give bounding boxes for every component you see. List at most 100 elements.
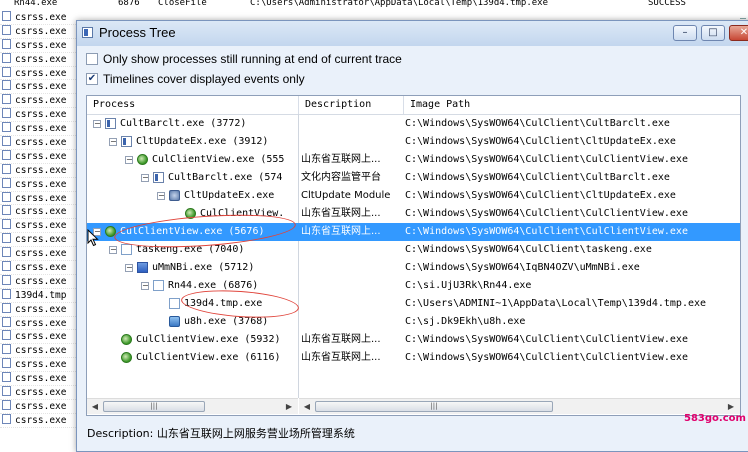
background-list-item[interactable]: csrss.exe — [0, 66, 80, 81]
background-list-item[interactable]: csrss.exe — [0, 122, 80, 137]
scroll-left-arrow-icon[interactable]: ◀ — [89, 401, 101, 412]
collapse-toggle-icon[interactable]: − — [157, 192, 165, 200]
table-row[interactable]: − CltUpdateEx.exe (3912) C:\Windows\SysWOW… — [87, 133, 740, 151]
close-button[interactable]: ✕ — [729, 25, 748, 41]
background-list-item[interactable]: csrss.exe — [0, 11, 80, 25]
bg-top-path: C:\Users\Administrator\AppData\Local\Tem… — [250, 0, 549, 8]
column-header-process[interactable]: Process — [87, 96, 298, 114]
column-header-image-path[interactable]: Image Path — [404, 96, 740, 114]
background-list-item[interactable]: csrss.exe — [0, 38, 80, 53]
table-row[interactable]: − CltUpdateEx.exe CltUpdate Module C:\Windo… — [87, 187, 740, 205]
scrollbar-thumb[interactable]: ||| — [103, 401, 205, 412]
background-list-item[interactable]: csrss.exe — [0, 177, 80, 192]
running-only-checkbox[interactable] — [86, 53, 98, 65]
column-header-description[interactable]: Description — [299, 96, 403, 114]
process-mini-icon — [2, 344, 11, 355]
process-tree-list[interactable]: Process Description Image Path − CultBarc… — [86, 95, 741, 416]
process-mini-icon — [2, 136, 11, 147]
option-running-only[interactable]: Only show processes still running at end… — [86, 52, 402, 66]
process-name: CultBarclt.exe (574 — [168, 172, 283, 183]
background-list-item[interactable]: csrss.exe — [0, 344, 80, 359]
process-column-scrollbar[interactable]: ◀ ||| ▶ — [87, 398, 298, 414]
running-only-label: Only show processes still running at end… — [103, 52, 402, 66]
table-row[interactable]: u8h.exe (3768) C:\sj.Dk9Ekh\u8h.exe — [87, 313, 740, 331]
background-list-item[interactable]: csrss.exe — [0, 80, 80, 95]
background-list-item[interactable]: csrss.exe — [0, 205, 80, 220]
background-process-name: csrss.exe — [15, 81, 67, 93]
description-cell — [301, 295, 401, 313]
background-list-item[interactable]: csrss.exe — [0, 108, 80, 123]
collapse-toggle-icon[interactable]: − — [109, 246, 117, 254]
background-list-item[interactable]: csrss.exe — [0, 413, 80, 428]
blank-window-icon — [169, 298, 180, 309]
title-bar[interactable]: Process Tree – □ ✕ — [77, 21, 748, 46]
table-row[interactable]: CulClientView.exe (6116) 山东省互联网上... C:\Win… — [87, 349, 740, 367]
background-list-item[interactable]: csrss.exe — [0, 372, 80, 387]
table-row[interactable]: − Rn44.exe (6876) C:\si.UjU3Rk\Rn44.exe — [87, 277, 740, 295]
background-list-item[interactable]: csrss.exe — [0, 261, 80, 275]
table-row[interactable]: − CultBarclt.exe (3772) C:\Windows\SysWOW6… — [87, 115, 740, 133]
background-edge-mark — [740, 18, 746, 19]
background-list-item[interactable]: csrss.exe — [0, 316, 80, 331]
maximize-button[interactable]: □ — [701, 25, 725, 41]
process-cell: − CulClientView.exe (555 — [87, 151, 298, 169]
scroll-right-arrow-icon[interactable]: ▶ — [725, 401, 737, 412]
details-scrollbar[interactable]: ◀ ||| ▶ — [299, 398, 740, 414]
gear-icon — [169, 190, 180, 201]
background-list-item[interactable]: csrss.exe — [0, 149, 80, 164]
process-mini-icon — [2, 302, 11, 313]
background-list-item[interactable]: csrss.exe — [0, 274, 80, 289]
process-mini-icon — [2, 108, 11, 119]
collapse-toggle-icon[interactable]: − — [125, 156, 133, 164]
background-process-name: csrss.exe — [15, 359, 67, 371]
description-cell: 山东省互联网上... — [301, 226, 381, 237]
scroll-right-arrow-icon[interactable]: ▶ — [283, 401, 295, 412]
background-list-item[interactable]: csrss.exe — [0, 163, 80, 178]
background-list-item[interactable]: csrss.exe — [0, 302, 80, 317]
background-process-name: csrss.exe — [15, 262, 67, 274]
description-cell: 山东省互联网上... — [301, 352, 381, 363]
mouse-cursor-icon — [87, 229, 99, 247]
background-top-row: Rn44.exe 6876 CloseFile C:\Users\Adminis… — [0, 0, 748, 10]
background-list-item[interactable]: csrss.exe — [0, 330, 80, 345]
image-path-cell: C:\Windows\SysWOW64\CulClient\CltUpdateE… — [405, 136, 676, 147]
scrollbar-thumb[interactable]: ||| — [315, 401, 553, 412]
scroll-left-arrow-icon[interactable]: ◀ — [301, 401, 313, 412]
image-path-cell: C:\si.UjU3Rk\Rn44.exe — [405, 280, 532, 291]
background-list-item[interactable]: 139d4.tmp — [0, 288, 80, 303]
background-list-item[interactable]: csrss.exe — [0, 52, 80, 67]
timelines-checkbox[interactable]: ✔ — [86, 73, 98, 85]
background-list-item[interactable]: csrss.exe — [0, 219, 80, 234]
process-cell: − CultBarclt.exe (574 — [87, 169, 298, 187]
background-list-item[interactable]: csrss.exe — [0, 233, 80, 248]
background-list-item[interactable]: csrss.exe — [0, 399, 80, 414]
background-list-item[interactable]: csrss.exe — [0, 191, 80, 206]
dialog-title: Process Tree — [99, 25, 176, 40]
option-timelines[interactable]: ✔ Timelines cover displayed events only — [86, 72, 305, 86]
collapse-toggle-icon[interactable]: − — [109, 138, 117, 146]
background-list-item[interactable]: csrss.exe — [0, 94, 80, 109]
background-process-name: csrss.exe — [15, 248, 67, 260]
table-row[interactable]: − CultBarclt.exe (574 文化内容监管平台 C:\Windows\S… — [87, 169, 740, 187]
background-list-item[interactable]: csrss.exe — [0, 247, 80, 262]
collapse-toggle-icon[interactable]: − — [125, 264, 133, 272]
collapse-toggle-icon[interactable]: − — [93, 120, 101, 128]
background-list-item[interactable]: csrss.exe — [0, 358, 80, 373]
process-mini-icon — [2, 177, 11, 188]
description-cell — [301, 259, 401, 277]
background-list-item[interactable]: csrss.exe — [0, 136, 80, 150]
table-row[interactable]: − uMmNBi.exe (5712) C:\Windows\SysWOW64\Iq… — [87, 259, 740, 277]
image-path-cell: C:\Windows\SysWOW64\CulClient\taskeng.ex… — [405, 244, 652, 255]
minimize-button[interactable]: – — [673, 25, 697, 41]
process-mini-icon — [2, 66, 11, 77]
background-process-name: csrss.exe — [15, 414, 67, 426]
background-list-item[interactable]: csrss.exe — [0, 24, 80, 39]
table-row[interactable]: CulClientView.exe (5932) 山东省互联网上... C:\Win… — [87, 331, 740, 349]
background-process-name: csrss.exe — [15, 178, 67, 190]
collapse-toggle-icon[interactable]: − — [141, 282, 149, 290]
process-mini-icon — [2, 149, 11, 160]
background-list-item[interactable]: csrss.exe — [0, 386, 80, 400]
background-process-name: csrss.exe — [15, 39, 67, 51]
table-row[interactable]: − CulClientView.exe (555 山东省互联网上... C:\Wind… — [87, 151, 740, 169]
collapse-toggle-icon[interactable]: − — [141, 174, 149, 182]
